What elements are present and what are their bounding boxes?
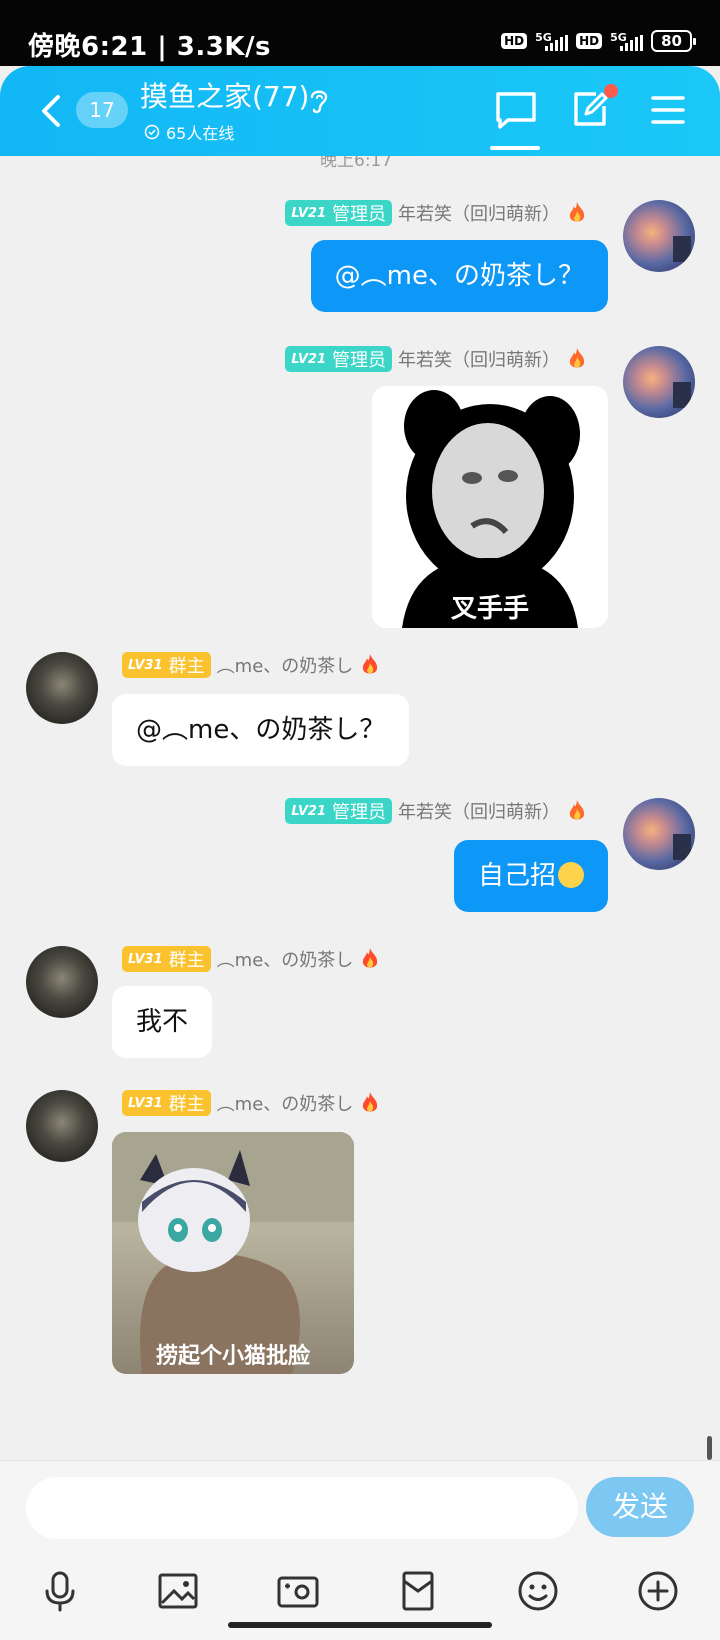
ear-icon xyxy=(310,90,328,114)
sender-meta: LV31 群主 ︵me、の奶茶し xyxy=(122,652,381,678)
role-badge: LV31 群主 xyxy=(122,946,211,972)
avatar[interactable] xyxy=(26,652,98,724)
unread-count-badge[interactable]: 17 xyxy=(76,92,128,128)
scrollbar-thumb[interactable] xyxy=(707,1436,712,1460)
signal-icon: 5G xyxy=(535,32,569,51)
sticker-caption: 捞起个小猫批脸 xyxy=(155,1344,310,1369)
fire-icon xyxy=(363,1092,378,1112)
sender-meta: LV21 管理员 年若笑（回归萌新） xyxy=(285,798,588,824)
emoji-icon[interactable] xyxy=(516,1569,560,1613)
message-list[interactable]: 晚上6:17 LV21 管理员 年若笑（回归萌新） @︵me、の奶茶し？ LV21… xyxy=(0,156,720,1460)
sticker-caption: 叉手手 xyxy=(450,594,529,624)
status-indicators: HD 5G HD 5G 80 xyxy=(501,30,696,52)
role-badge: LV31 群主 xyxy=(122,652,211,678)
sender-meta: LV21 管理员 年若笑（回归萌新） xyxy=(285,200,588,226)
sender-name[interactable]: ︵me、の奶茶し xyxy=(217,652,354,678)
red-packet-icon[interactable] xyxy=(396,1569,440,1613)
avatar[interactable] xyxy=(623,346,695,418)
avatar[interactable] xyxy=(26,1090,98,1162)
fire-icon xyxy=(569,202,585,222)
sender-name[interactable]: 年若笑（回归萌新） xyxy=(398,200,560,226)
sticker-image[interactable]: 叉手手 xyxy=(372,386,608,628)
status-bar: 傍晚6:21 | 3.3K/s HD 5G HD 5G 80 xyxy=(0,0,720,66)
status-time: 傍晚6:21 | 3.3K/s xyxy=(28,32,271,62)
message-input[interactable] xyxy=(26,1477,578,1539)
input-bar: 发送 xyxy=(0,1460,720,1640)
battery-icon: 80 xyxy=(651,30,696,52)
notification-dot xyxy=(604,84,618,98)
chat-bubble-icon[interactable] xyxy=(494,90,538,130)
plus-icon[interactable] xyxy=(636,1569,680,1613)
sender-meta: LV31 群主 ︵me、の奶茶し xyxy=(122,946,381,972)
active-tab-indicator xyxy=(490,146,540,150)
avatar[interactable] xyxy=(623,200,695,272)
send-button[interactable]: 发送 xyxy=(586,1477,694,1537)
role-badge: LV21 管理员 xyxy=(285,200,392,226)
role-badge: LV31 群主 xyxy=(122,1090,211,1116)
role-badge: LV21 管理员 xyxy=(285,346,392,372)
online-count-text: 65人在线 xyxy=(166,124,235,143)
group-title[interactable]: 摸鱼之家(77) xyxy=(140,80,309,114)
chat-header: 17 摸鱼之家(77) 65人在线 xyxy=(0,66,720,156)
message-bubble[interactable]: 我不 xyxy=(112,986,213,1058)
message-bubble[interactable]: 自己招 xyxy=(453,840,608,912)
fire-icon xyxy=(569,800,585,820)
message-text: 自己招 xyxy=(477,861,556,891)
sender-meta: LV21 管理员 年若笑（回归萌新） xyxy=(285,346,588,372)
camera-icon[interactable] xyxy=(276,1569,320,1613)
menu-icon[interactable] xyxy=(650,94,686,126)
back-icon[interactable] xyxy=(36,94,66,128)
signal-icon-2: 5G xyxy=(610,32,644,51)
hd-badge: HD xyxy=(501,33,528,49)
sticker-image[interactable]: 捞起个小猫批脸 xyxy=(112,1132,354,1374)
sender-meta: LV31 群主 ︵me、の奶茶し xyxy=(122,1090,381,1116)
timestamp-label: 晚上6:17 xyxy=(320,156,393,171)
image-icon[interactable] xyxy=(156,1569,200,1613)
message-bubble[interactable]: @︵me、の奶茶し？ xyxy=(112,694,410,766)
online-count: 65人在线 xyxy=(144,120,234,144)
sender-name[interactable]: 年若笑（回归萌新） xyxy=(398,798,560,824)
fire-icon xyxy=(363,654,378,674)
message-bubble[interactable]: @︵me、の奶茶し？ xyxy=(310,240,608,312)
fire-icon xyxy=(569,348,585,368)
avatar[interactable] xyxy=(623,798,695,870)
avatar[interactable] xyxy=(26,946,98,1018)
online-check-icon xyxy=(144,124,160,140)
lollipop-emoji-icon xyxy=(558,861,584,888)
sender-name[interactable]: ︵me、の奶茶し xyxy=(217,946,354,972)
sender-name[interactable]: 年若笑（回归萌新） xyxy=(398,346,560,372)
sender-name[interactable]: ︵me、の奶茶し xyxy=(217,1090,354,1116)
mic-icon[interactable] xyxy=(38,1569,82,1613)
fire-icon xyxy=(363,948,378,968)
hd-badge-2: HD xyxy=(576,33,603,49)
role-badge: LV21 管理员 xyxy=(285,798,392,824)
home-indicator[interactable] xyxy=(228,1622,492,1628)
